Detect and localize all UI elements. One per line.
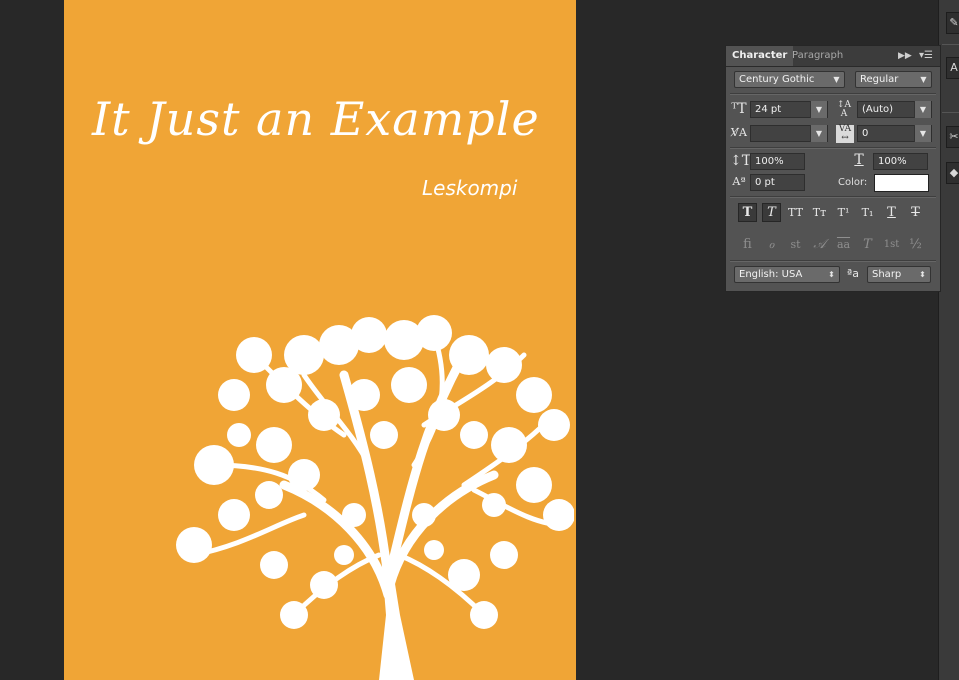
horizontal-scale-field[interactable]: 100%	[873, 153, 928, 170]
font-style-select[interactable]: Regular ▼	[855, 71, 932, 88]
all-caps-icon[interactable]: TT	[786, 203, 805, 222]
vertical-scale-value: 100%	[755, 156, 784, 167]
font-style-value: Regular	[860, 74, 899, 85]
color-swatch[interactable]	[874, 174, 929, 192]
tools-icon[interactable]: ✂	[946, 126, 959, 148]
language-value: English: USA	[739, 269, 803, 280]
double-chevron-right-icon[interactable]: ▶▶	[898, 46, 912, 66]
baseline-shift-field[interactable]: 0 pt	[750, 174, 805, 191]
strikethrough-icon[interactable]: T	[906, 203, 925, 222]
anti-alias-icon: ªa	[847, 267, 859, 280]
panel-tabs: Character Paragraph ▶▶ ▾☰	[726, 46, 940, 67]
subscript-icon[interactable]: T₁	[858, 203, 877, 222]
panel-menu-icon[interactable]: ▾☰	[919, 46, 933, 66]
tracking-icon: VA ↔	[836, 125, 854, 143]
type-tool-icon[interactable]: A	[946, 57, 959, 79]
character-panel: Character Paragraph ▶▶ ▾☰ Century Gothic…	[725, 45, 941, 292]
strip-divider	[942, 112, 959, 113]
discretionary-ligatures-icon[interactable]: ℴ	[762, 235, 781, 254]
vertical-scale-icon: ↕T	[730, 153, 752, 169]
kerning-icon: V̸A	[731, 126, 747, 139]
anti-alias-value: Sharp	[872, 269, 902, 280]
titling-alternates-icon[interactable]: aa	[834, 235, 853, 254]
chevron-updown-icon: ⬍	[828, 270, 835, 279]
tracking-field[interactable]: 0 ▼	[857, 125, 932, 142]
superscript-icon[interactable]: T¹	[834, 203, 853, 222]
anti-alias-select[interactable]: Sharp ⬍	[867, 266, 931, 283]
baseline-shift-icon: Aª	[732, 175, 746, 188]
faux-italic-icon[interactable]: T	[762, 203, 781, 222]
chevron-down-icon[interactable]: ▼	[810, 101, 827, 118]
font-size-icon: ᵀT	[731, 101, 747, 117]
panel-divider	[730, 93, 936, 95]
chevron-updown-icon: ⬍	[919, 270, 926, 279]
panel-divider	[730, 196, 936, 198]
font-family-select[interactable]: Century Gothic ▼	[734, 71, 845, 88]
horizontal-scale-icon: T	[854, 152, 864, 168]
chevron-down-icon[interactable]: ▼	[914, 101, 931, 118]
tab-character[interactable]: Character	[726, 46, 794, 66]
tree-image	[176, 315, 574, 680]
ordinals-icon[interactable]: 1st	[882, 235, 901, 254]
leading-value: (Auto)	[862, 104, 894, 115]
ligatures-icon[interactable]: fi	[738, 235, 757, 254]
baseline-shift-value: 0 pt	[755, 177, 775, 188]
panel-divider	[730, 147, 936, 149]
poster-title[interactable]: It Just an Example	[92, 92, 562, 146]
kerning-field[interactable]: ▼	[750, 125, 828, 142]
faux-bold-icon[interactable]: T	[738, 203, 757, 222]
vertical-scale-field[interactable]: 100%	[750, 153, 805, 170]
right-tool-strip: ✎ A ✂ ◆	[938, 0, 959, 680]
cube-icon[interactable]: ◆	[946, 162, 959, 184]
leading-icon: ↕A A	[836, 100, 852, 119]
font-size-field[interactable]: 24 pt ▼	[750, 101, 828, 118]
strip-divider	[942, 44, 959, 45]
language-select[interactable]: English: USA ⬍	[734, 266, 840, 283]
chevron-down-icon: ▼	[920, 75, 927, 84]
color-label: Color:	[838, 177, 868, 188]
horizontal-scale-value: 100%	[878, 156, 907, 167]
chevron-down-icon[interactable]: ▼	[810, 125, 827, 142]
poster-author[interactable]: Leskompi	[422, 176, 517, 200]
tracking-value: 0	[862, 128, 869, 139]
tab-paragraph[interactable]: Paragraph	[786, 46, 849, 66]
swash-icon[interactable]: st	[786, 235, 805, 254]
document-canvas[interactable]: It Just an Example Leskompi	[64, 0, 576, 680]
ornaments-icon[interactable]: T	[858, 235, 877, 254]
leading-field[interactable]: (Auto) ▼	[857, 101, 932, 118]
chevron-down-icon[interactable]: ▼	[914, 125, 931, 142]
font-size-value: 24 pt	[755, 104, 782, 115]
small-caps-icon[interactable]: Tᴛ	[810, 203, 829, 222]
panel-divider	[730, 260, 936, 262]
fractions-icon[interactable]: ½	[906, 235, 925, 254]
chevron-down-icon: ▼	[833, 75, 840, 84]
stylistic-alternates-icon[interactable]: 𝒜	[810, 235, 829, 254]
font-family-value: Century Gothic	[739, 74, 815, 85]
brush-icon[interactable]: ✎	[946, 12, 959, 34]
underline-icon[interactable]: T	[882, 203, 901, 222]
